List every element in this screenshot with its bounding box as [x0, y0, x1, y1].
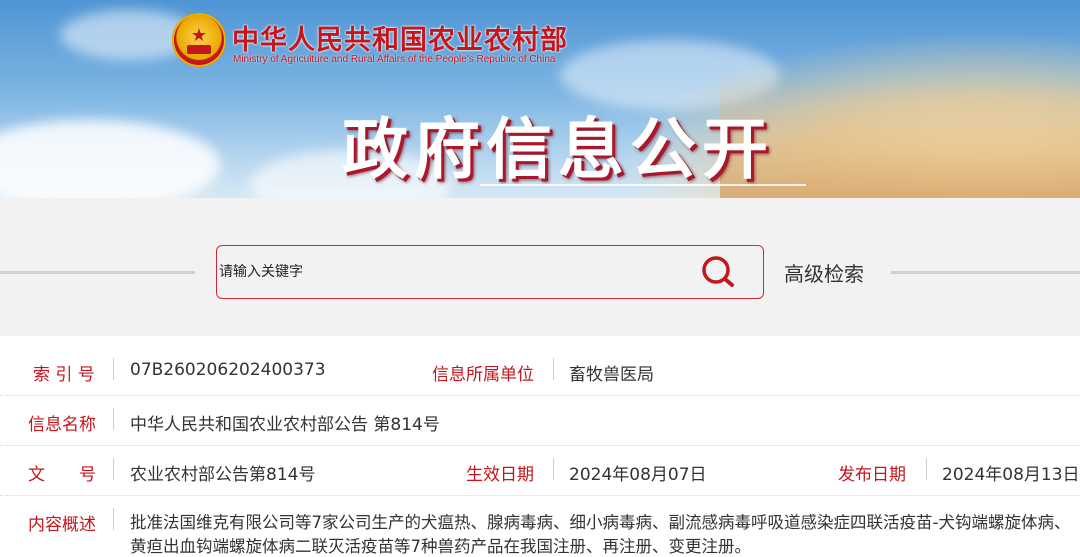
summary-label: 内容概述	[28, 515, 96, 535]
info-row: 信息名称 中华人民共和国农业农村部公告 第814号	[0, 396, 1080, 446]
wheat-field	[720, 78, 1080, 198]
search-box	[216, 245, 764, 299]
search-input[interactable]	[219, 264, 679, 280]
unit-label: 信息所属单位	[432, 365, 534, 385]
search-icon	[702, 256, 734, 287]
unit-value: 畜牧兽医局	[569, 365, 654, 385]
header-banner: ★ 中华人民共和国农业农村部 Ministry of Agriculture a…	[0, 0, 1080, 198]
name-label: 信息名称	[28, 415, 96, 435]
cloud-decoration	[0, 120, 220, 198]
ministry-name-cn[interactable]: 中华人民共和国农业农村部	[232, 18, 568, 57]
column-divider	[113, 508, 114, 530]
doc-number-value: 农业农村部公告第814号	[130, 465, 316, 485]
info-table: 索 引 号 07B260206202400373 信息所属单位 畜牧兽医局 信息…	[0, 336, 1080, 557]
column-divider	[926, 458, 927, 480]
advanced-search-link[interactable]: 高级检索	[784, 258, 864, 287]
index-label: 索 引 号	[33, 365, 95, 385]
column-divider	[553, 358, 554, 380]
summary-value: 批准法国维克有限公司等7家公司生产的犬瘟热、腺病毒病、细小病毒病、副流感病毒呼吸…	[130, 513, 1071, 556]
search-section: 高级检索	[0, 198, 1080, 336]
title-underline	[480, 184, 806, 186]
divider-line	[0, 271, 195, 274]
divider-line	[891, 271, 1080, 274]
page-title: 政府信息公开	[342, 111, 774, 188]
info-row: 索 引 号 07B260206202400373 信息所属单位 畜牧兽医局	[0, 346, 1080, 396]
column-divider	[113, 458, 114, 480]
name-value: 中华人民共和国农业农村部公告 第814号	[130, 415, 440, 435]
effective-date-value: 2024年08月07日	[569, 465, 707, 485]
national-emblem-icon[interactable]: ★	[172, 13, 226, 67]
column-divider	[113, 358, 114, 380]
column-divider	[113, 408, 114, 430]
ministry-name-en: Ministry of Agriculture and Rural Affair…	[233, 54, 556, 65]
search-button[interactable]	[697, 251, 739, 293]
info-row: 文 号 农业农村部公告第814号 生效日期 2024年08月07日 发布日期 2…	[0, 446, 1080, 496]
index-value: 07B260206202400373	[130, 360, 326, 380]
effective-date-label: 生效日期	[466, 465, 534, 485]
info-row: 内容概述 批准法国维克有限公司等7家公司生产的犬瘟热、腺病毒病、细小病毒病、副流…	[0, 496, 1080, 557]
star-icon: ★	[190, 25, 208, 46]
tiananmen-icon	[187, 45, 211, 54]
column-divider	[553, 458, 554, 480]
publish-date-value: 2024年08月13日	[942, 465, 1080, 485]
doc-number-label: 文 号	[28, 465, 96, 485]
publish-date-label: 发布日期	[838, 465, 906, 485]
